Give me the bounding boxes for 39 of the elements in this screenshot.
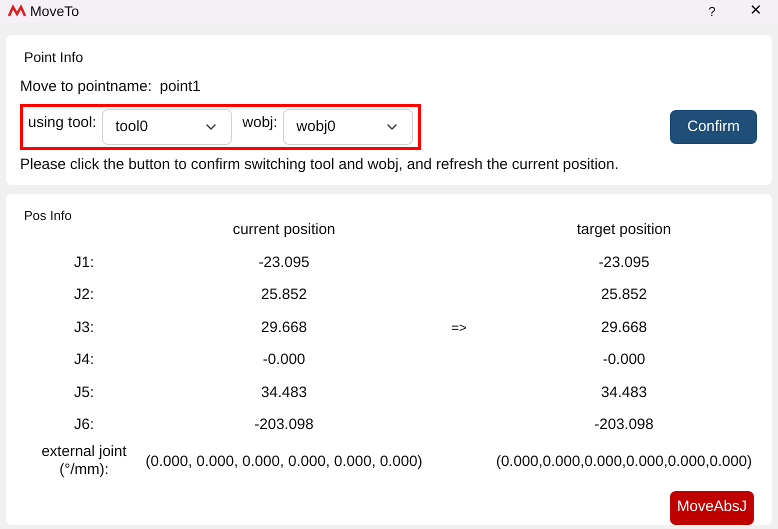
current-value: 29.668 [261, 318, 307, 338]
confirm-button[interactable]: Confirm [670, 110, 757, 144]
target-value: -23.095 [598, 252, 650, 272]
tool-dropdown[interactable]: tool0 [102, 109, 232, 145]
joint-label: J2: [74, 285, 94, 305]
move-button[interactable]: MoveAbsJ [670, 490, 754, 524]
help-button[interactable]: ? [698, 2, 726, 21]
section-title: Point Info [24, 48, 84, 66]
current-value: 34.483 [261, 382, 307, 402]
joint-label: external joint (°/mm): [40, 442, 128, 478]
window-title: MoveTo [30, 2, 80, 21]
current-value: 25.852 [261, 285, 307, 305]
target-value: 25.852 [601, 285, 647, 305]
target-value: (0.000,0.000,0.000,0.000,0.000,0.000) [496, 452, 752, 472]
column-heading: current position [232, 220, 336, 240]
target-value: -203.098 [594, 415, 654, 435]
tool-label: using tool: [28, 113, 96, 133]
current-value: -203.098 [254, 415, 314, 435]
target-value: 34.483 [601, 382, 647, 402]
pointname-value: point1 [160, 76, 201, 96]
current-value: -0.000 [262, 350, 306, 370]
column-heading: target position [576, 220, 672, 240]
joint-label: J5: [74, 382, 94, 402]
current-value: -23.095 [258, 252, 310, 272]
close-button[interactable]: ✕ [742, 0, 770, 22]
arrow-text: => [451, 319, 467, 337]
section-title: Pos Info [24, 206, 72, 224]
joint-label: J1: [74, 252, 94, 272]
joint-label: J6: [74, 415, 94, 435]
hint-text: Please click the button to confirm switching tool and wobj, and refresh the current position. [20, 155, 619, 175]
target-value: -0.000 [602, 350, 646, 370]
joint-label: J3: [74, 318, 94, 338]
pointname-label: Move to pointname: [20, 76, 152, 96]
wobj-dropdown[interactable]: wobj0 [283, 109, 414, 145]
wobj-label: wobj: [242, 113, 278, 133]
current-value: (0.000, 0.000, 0.000, 0.000, 0.000, 0.000) [146, 452, 422, 472]
target-value: 29.668 [601, 318, 647, 338]
logo-icon [8, 4, 26, 18]
joint-label: J4: [74, 350, 94, 370]
